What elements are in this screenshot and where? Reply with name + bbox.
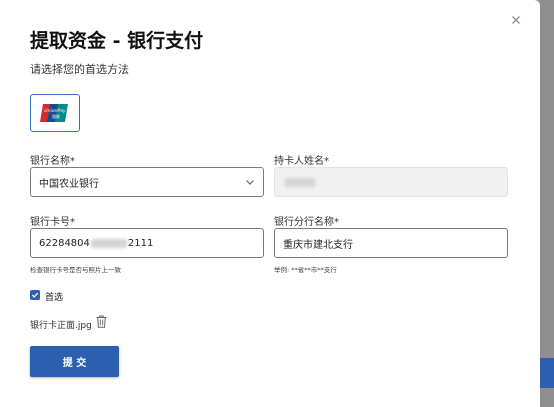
branch-name-hint: 举例: **省**市**支行: [274, 266, 337, 274]
svg-text:银联: 银联: [52, 113, 60, 119]
card-number-input[interactable]: 62284804 2111: [30, 228, 264, 258]
backdrop-overlay: [540, 0, 554, 407]
bank-name-select[interactable]: 中国农业银行: [30, 167, 264, 197]
card-number-label: 银行卡号*: [30, 217, 75, 228]
attachment-file-name: 银行卡正面.jpg: [30, 321, 92, 331]
card-number-redacted: [90, 238, 127, 248]
modal-title: 提取资金 - 银行支付: [30, 30, 204, 52]
unionpay-logo-icon: UnionPay 银联: [40, 104, 68, 122]
withdraw-modal: 提取资金 - 银行支付 请选择您的首选方法 UnionPay 银联 银行名称* …: [0, 0, 540, 407]
bank-name-value: 中国农业银行: [39, 178, 99, 190]
chevron-down-icon: [246, 180, 254, 185]
holder-name-label: 持卡人姓名*: [274, 156, 329, 167]
holder-name-redacted: [285, 177, 315, 187]
branch-name-input[interactable]: 重庆市建北支行: [274, 228, 508, 258]
modal-subtitle: 请选择您的首选方法: [30, 63, 129, 76]
preferred-checkbox[interactable]: [30, 290, 40, 300]
checkmark-icon: [31, 292, 39, 298]
bank-name-label: 银行名称*: [30, 156, 75, 167]
card-number-hint: 检查银行卡号是否与照片上一致: [30, 266, 121, 274]
close-icon: [512, 16, 520, 24]
card-number-prefix: 62284804: [39, 237, 90, 249]
branch-name-label: 银行分行名称*: [274, 217, 339, 228]
preferred-label[interactable]: 首选: [45, 290, 63, 303]
payment-method-unionpay[interactable]: UnionPay 银联: [30, 94, 80, 132]
trash-icon[interactable]: [96, 315, 107, 328]
close-button[interactable]: [508, 12, 524, 28]
submit-button[interactable]: 提 交: [30, 346, 119, 377]
card-number-suffix: 2111: [127, 237, 154, 249]
background-button-edge: [540, 358, 554, 388]
branch-name-value: 重庆市建北支行: [283, 239, 353, 251]
holder-name-field: [274, 167, 508, 197]
